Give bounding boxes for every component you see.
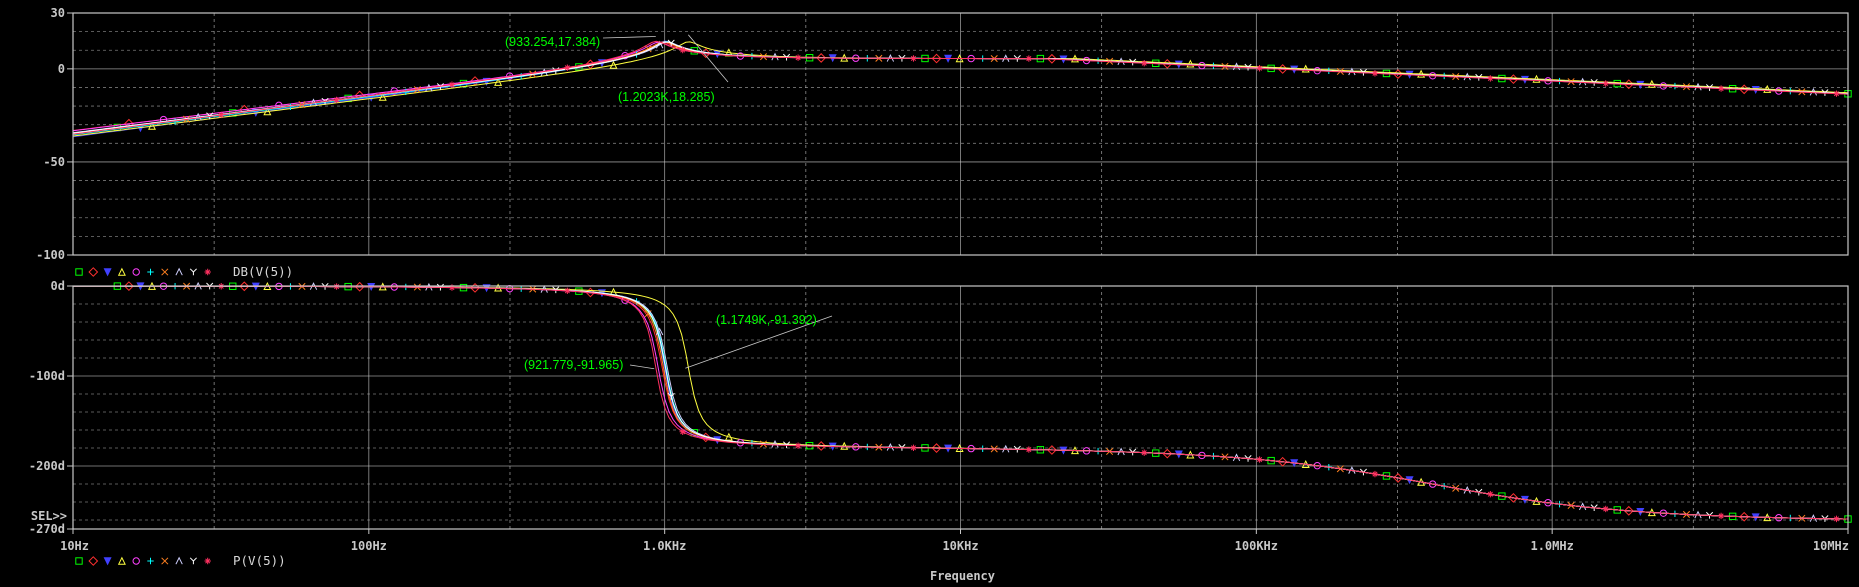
marker-star <box>333 283 340 290</box>
marker-plus <box>147 557 154 565</box>
marker-star <box>1717 512 1725 520</box>
marker-star <box>1487 75 1494 82</box>
frame-layer <box>67 12 1849 534</box>
legend-trace-label: DB(V(5)) <box>233 264 293 279</box>
x-tick-label: 1.0KHz <box>643 539 686 553</box>
marker-star <box>1371 470 1379 478</box>
marker-x <box>161 557 169 565</box>
marker-star <box>204 268 211 276</box>
marker-square <box>75 268 83 276</box>
annotation-label: (933.254,17.384) <box>505 35 600 49</box>
bode-plot: 30 0 -50 -100 0d -100d -200d -270d 10Hz 100Hz 1.0K… <box>29 6 1852 583</box>
marker-star <box>794 54 802 61</box>
marker-circle <box>132 557 140 565</box>
y-tick-label: -50 <box>43 155 65 169</box>
annotation-leader <box>688 34 729 83</box>
marker-star <box>564 287 571 295</box>
y-tick-label: 0 <box>58 62 65 76</box>
legend <box>75 267 211 277</box>
y-tick-label: -100d <box>29 369 65 383</box>
y-tick-label: -270d <box>29 522 65 536</box>
text-layer: 30 0 -50 -100 0d -100d -200d -270d 10Hz 100Hz 1.0K… <box>29 6 1849 583</box>
marker-star <box>1025 446 1033 453</box>
annotation-label: (921.779,-91.965) <box>524 358 623 372</box>
marker-star <box>910 55 917 62</box>
annotation-label: (1.2023K,18.285) <box>618 90 715 104</box>
series-markers <box>183 45 1806 522</box>
x-tick-label: 100Hz <box>351 539 387 553</box>
x-tick-label: 10KHz <box>942 539 978 553</box>
y-tick-label: 0d <box>51 279 65 293</box>
marker-star <box>679 428 686 435</box>
marker-star <box>1487 491 1494 498</box>
series-markers <box>194 40 1818 522</box>
marker-star <box>1371 70 1379 77</box>
x-tick-label: 10MHz <box>1813 539 1849 553</box>
y-tick-label: -100 <box>36 248 65 262</box>
marker-star <box>910 444 917 452</box>
marker-diamond <box>88 556 99 566</box>
marker-star <box>204 557 211 565</box>
x-axis-title: Frequency <box>930 569 995 583</box>
annotation-leader <box>602 36 656 39</box>
marker-star <box>448 284 456 291</box>
marker-star <box>1141 449 1148 456</box>
marker-star <box>1717 85 1725 92</box>
x-tick-label: 100KHz <box>1235 539 1278 553</box>
marker-star <box>1025 55 1033 62</box>
marker-star <box>1833 90 1840 97</box>
annotation-label: (1.1749K,-91.392) <box>716 313 817 327</box>
marker-triangle-down <box>103 268 112 277</box>
marker-star <box>1256 65 1263 72</box>
marker-star <box>1833 515 1840 523</box>
marker-y <box>189 557 197 565</box>
y-tick-label: -200d <box>29 459 65 473</box>
x-tick-label: 10Hz <box>60 539 89 553</box>
marker-star <box>1602 80 1609 87</box>
x-tick-label: 1.0MHz <box>1530 539 1573 553</box>
marker-circle <box>132 268 140 276</box>
series-layer <box>72 39 1852 523</box>
y-tick-label: 30 <box>51 6 65 20</box>
marker-lambda <box>175 556 183 565</box>
marker-star <box>1256 456 1263 463</box>
marker-y <box>189 268 197 276</box>
legend <box>75 556 211 566</box>
legend-trace-label: P(V(5)) <box>233 553 286 568</box>
marker-triangle-down <box>103 557 112 566</box>
selected-plot-marker: SEL>> <box>31 509 67 523</box>
marker-square <box>75 557 83 565</box>
marker-plus <box>147 268 154 276</box>
marker-triangle <box>117 556 126 565</box>
annotation-leader <box>629 364 655 370</box>
marker-lambda <box>175 267 183 276</box>
marker-star <box>1141 59 1148 67</box>
marker-x <box>161 268 169 276</box>
marker-triangle <box>117 267 126 276</box>
marker-diamond <box>88 267 99 277</box>
marker-star <box>1602 505 1609 513</box>
